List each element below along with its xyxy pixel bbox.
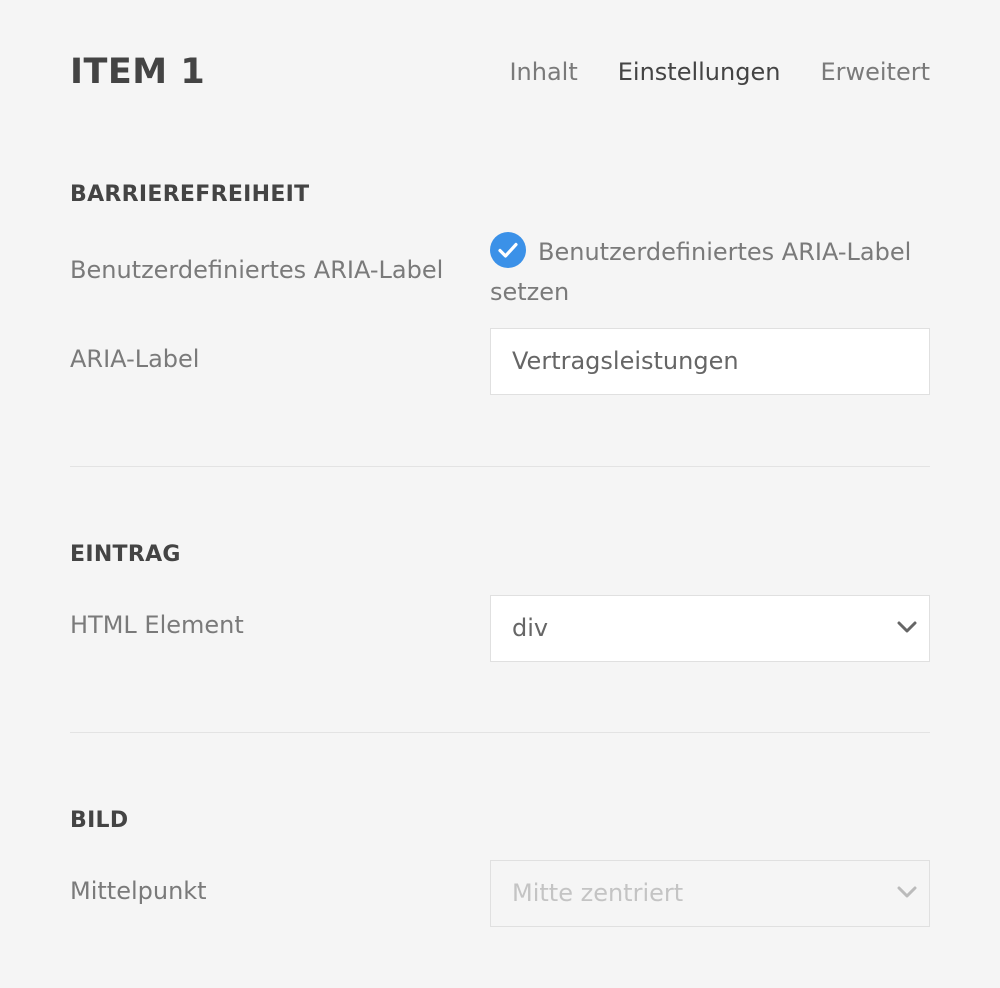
mittelpunkt-value: Mitte zentriert	[512, 879, 684, 907]
mittelpunkt-select[interactable]: Mitte zentriert	[490, 860, 930, 927]
tab-bar: Inhalt Einstellungen Erweitert	[509, 48, 930, 96]
mittelpunkt-label: Mittelpunkt	[70, 877, 207, 905]
tab-erweitert[interactable]: Erweitert	[820, 48, 930, 96]
tab-einstellungen[interactable]: Einstellungen	[618, 48, 781, 96]
tab-inhalt[interactable]: Inhalt	[509, 48, 577, 96]
chevron-down-icon	[897, 621, 917, 633]
settings-panel: ITEM 1 Inhalt Einstellungen Erweitert BA…	[0, 0, 1000, 988]
divider	[70, 732, 930, 733]
aria-label-label: ARIA-Label	[70, 345, 200, 373]
html-element-value: div	[512, 614, 549, 642]
section-title-barrierefreiheit: BARRIEREFREIHEIT	[70, 182, 310, 207]
html-element-select[interactable]: div	[490, 595, 930, 662]
custom-aria-label-checkbox[interactable]: Benutzerdefiniertes ARIA-Label setzen	[490, 232, 930, 312]
custom-aria-label-label: Benutzerdefiniertes ARIA-Label	[70, 256, 444, 284]
section-title-bild: BILD	[70, 808, 129, 833]
checkmark-icon[interactable]	[490, 232, 526, 268]
chevron-down-icon	[897, 886, 917, 898]
html-element-label: HTML Element	[70, 611, 244, 639]
checkbox-label: Benutzerdefiniertes ARIA-Label setzen	[490, 238, 912, 306]
divider	[70, 466, 930, 467]
aria-label-input[interactable]: Vertragsleistungen	[490, 328, 930, 395]
panel-header: ITEM 1 Inhalt Einstellungen Erweitert	[70, 48, 930, 96]
page-title: ITEM 1	[70, 52, 206, 92]
section-title-eintrag: EINTRAG	[70, 542, 181, 567]
